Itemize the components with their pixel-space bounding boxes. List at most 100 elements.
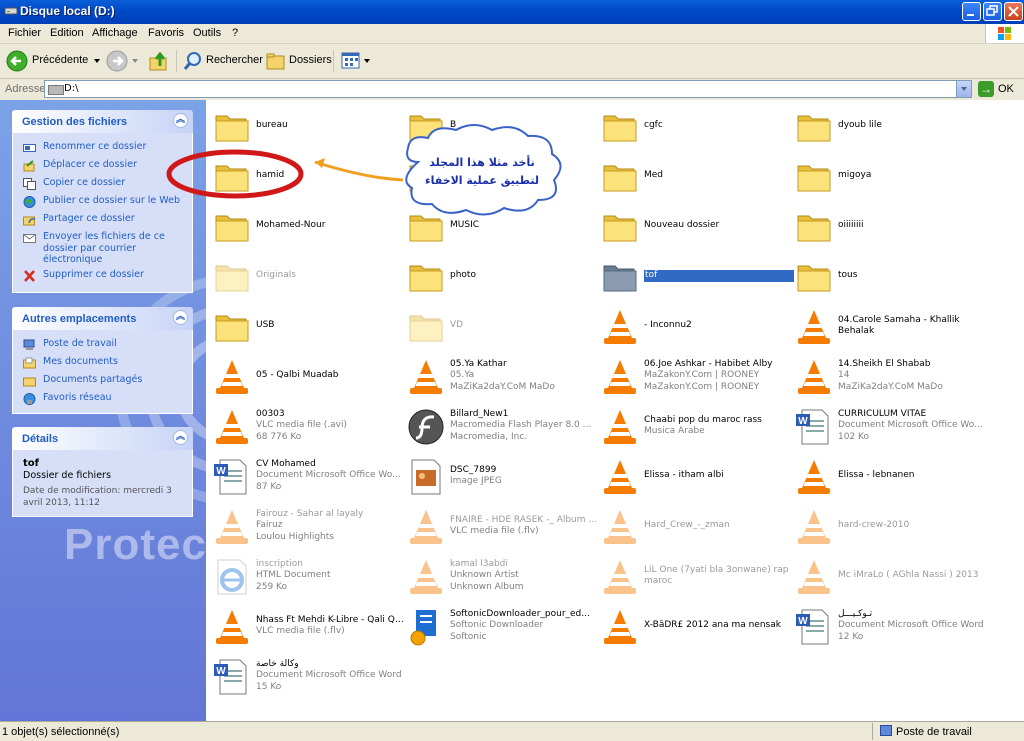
file-item[interactable]: 06.Joe Ashkar - Habibet Alby MaZakonY.Com… — [600, 353, 794, 399]
folder-item[interactable]: VD — [406, 303, 600, 349]
folder-item[interactable]: Mohamed-Nour — [212, 203, 406, 249]
menu-file[interactable]: Fichier — [8, 27, 41, 39]
status-bar: 1 objet(s) sélectionné(s) Poste de trava… — [0, 721, 1024, 741]
folder-item[interactable]: photo — [406, 253, 600, 299]
folder-item[interactable]: oiiiiiiii — [794, 203, 988, 249]
forward-button[interactable] — [106, 50, 138, 72]
svg-text:W: W — [798, 416, 808, 427]
item-text: تـوكـيـــل Document Microsoft Office Word… — [838, 603, 988, 649]
collapse-icon[interactable]: ︽ — [173, 430, 188, 445]
item-detail: 12 Ko — [838, 631, 864, 642]
file-tasks-panel: Gestion des fichiers ︽ Renommer ce dossi… — [12, 110, 193, 293]
file-item[interactable]: Elissa - lebnanen — [794, 453, 988, 499]
item-detail: MaZakonY.Com | ROONEY — [644, 370, 760, 381]
item-detail: Musica Arabe — [644, 426, 705, 436]
collapse-icon[interactable]: ︽ — [173, 310, 188, 325]
file-tasks-header[interactable]: Gestion des fichiers ︽ — [12, 110, 193, 133]
file-item[interactable]: Nhass Ft Mehdi K-Libre - Qali Qlibi Marr… — [212, 603, 406, 649]
vlc-cone-icon — [406, 358, 446, 396]
menu-edit[interactable]: Edition — [50, 27, 84, 39]
file-item[interactable]: - Inconnu2 — [600, 303, 794, 349]
file-item[interactable]: W CV Mohamed Document Microsoft Office Wo.… — [212, 453, 406, 499]
search-icon — [183, 52, 201, 70]
file-item[interactable]: Chaabi pop du maroc rass Musica Arabe — [600, 403, 794, 449]
annotation-line1: نأخد مثلا هذا المجلد — [429, 155, 534, 169]
search-button[interactable]: Rechercher — [182, 50, 263, 72]
file-item[interactable]: Mc iMraLo ( AGhla Nassi ) 2013 — [794, 553, 988, 599]
file-item[interactable]: X-BâDR£ 2012 ana ma nensak — [600, 603, 794, 649]
go-button[interactable]: → OK — [978, 81, 1022, 98]
item-detail: Macromedia Flash Player 8.0 ... — [450, 420, 592, 431]
item-detail: Document Microsoft Office Word — [256, 670, 402, 681]
file-item[interactable]: SoftonicDownloader_pour_ed... Softonic Do… — [406, 603, 600, 649]
svg-text:W: W — [798, 616, 808, 627]
go-label: OK — [998, 83, 1014, 95]
item-name: 00303 — [256, 408, 285, 419]
up-folder-button[interactable] — [148, 50, 172, 72]
close-button[interactable] — [1004, 2, 1023, 21]
item-name: - Inconnu2 — [644, 320, 692, 331]
file-item[interactable]: Billard_New1 Macromedia Flash Player 8.0 … — [406, 403, 600, 449]
file-item[interactable]: 05.Ya Kathar 05.Ya MaZiKa2daY.CoM MaDo — [406, 353, 600, 399]
folder-item[interactable]: cgfc — [600, 103, 794, 149]
email-icon — [23, 234, 36, 243]
item-name: CURRICULUM VITAE — [838, 408, 927, 419]
maximize-button[interactable] — [983, 2, 1002, 21]
file-item[interactable]: W وكالة خاصة Document Microsoft Office Wor… — [212, 653, 406, 699]
folder-item[interactable]: Nouveau dossier — [600, 203, 794, 249]
chevron-down-icon — [94, 59, 100, 63]
other-places-header[interactable]: Autres emplacements ︽ — [12, 307, 193, 330]
item-name: Originals — [256, 270, 296, 281]
file-item[interactable]: 00303 VLC media file (.avi) 68 776 Ko — [212, 403, 406, 449]
folder-item[interactable]: Med — [600, 153, 794, 199]
file-item[interactable]: Elissa - itham albi — [600, 453, 794, 499]
address-dropdown-button[interactable] — [956, 81, 971, 97]
item-name: kamal l3abdi — [450, 558, 508, 569]
folder-item[interactable]: tof — [600, 253, 794, 299]
item-text: CV Mohamed Document Microsoft Office Wo..… — [256, 453, 406, 499]
file-item[interactable]: kamal l3abdi Unknown Artist Unknown Album — [406, 553, 600, 599]
file-item[interactable]: inscription HTML Document 259 Ko — [212, 553, 406, 599]
item-detail: Macromedia, Inc. — [450, 431, 528, 442]
restore-icon — [986, 5, 998, 16]
file-item[interactable]: Fairouz - Sahar al layaly Fairuz Loulou Hi… — [212, 503, 406, 549]
item-name: bureau — [256, 120, 288, 131]
file-item[interactable]: Hard_Crew_-_zman — [600, 503, 794, 549]
folders-button[interactable]: Dossiers — [265, 50, 332, 72]
address-input[interactable]: D:\ — [44, 80, 972, 98]
folder-icon — [794, 258, 834, 296]
back-button[interactable]: Précédente — [6, 50, 102, 72]
folder-item[interactable]: dyoub lile — [794, 103, 988, 149]
folder-item[interactable]: tous — [794, 253, 988, 299]
file-item[interactable]: 04.Carole Samaha - Khallik Behalak — [794, 303, 988, 349]
folder-icon — [600, 158, 640, 196]
file-item[interactable]: hard-crew-2010 — [794, 503, 988, 549]
vlc-cone-icon — [212, 358, 252, 396]
item-text: 06.Joe Ashkar - Habibet Alby MaZakonY.Com… — [644, 353, 794, 399]
forward-arrow-icon — [106, 50, 128, 72]
annotation-bubble: نأخد مثلا هذا المجلد لتطبيق عملية الاخفا… — [405, 124, 562, 216]
file-item[interactable]: W تـوكـيـــل Document Microsoft Office Wor… — [794, 603, 988, 649]
menu-view[interactable]: Affichage — [92, 27, 138, 39]
folder-item[interactable]: Originals — [212, 253, 406, 299]
details-header[interactable]: Détails ︽ — [12, 427, 193, 450]
item-text: 00303 VLC media file (.avi) 68 776 Ko — [256, 403, 406, 449]
folder-item[interactable]: USB — [212, 303, 406, 349]
item-text: Nhass Ft Mehdi K-Libre - Qali Qlibi Marr… — [256, 603, 406, 649]
file-item[interactable]: 14.Sheikh El Shabab 14 MaZiKa2daY.CoM MaDo — [794, 353, 988, 399]
file-item[interactable]: DSC_7899 Image JPEG — [406, 453, 600, 499]
file-item[interactable]: FNAÏRE - HDÉ RASEK -_ Album - Al BASMA _… — [406, 503, 600, 549]
minimize-button[interactable] — [962, 2, 981, 21]
collapse-icon[interactable]: ︽ — [173, 113, 188, 128]
file-item[interactable]: W CURRICULUM VITAE Document Microsoft Offi… — [794, 403, 988, 449]
menu-tools[interactable]: Outils — [193, 27, 221, 39]
menu-favorites[interactable]: Favoris — [148, 27, 184, 39]
word-document-icon: W — [794, 608, 834, 646]
views-button[interactable] — [340, 50, 370, 72]
jpeg-image-icon — [406, 458, 446, 496]
folder-item[interactable]: migoya — [794, 153, 988, 199]
file-item[interactable]: 05 - Qalbi Muadab — [212, 353, 406, 399]
vlc-cone-icon — [600, 308, 640, 346]
menu-help[interactable]: ? — [232, 27, 238, 39]
file-item[interactable]: LiL One (7yati bla 3onwane) rap maroc — [600, 553, 794, 599]
